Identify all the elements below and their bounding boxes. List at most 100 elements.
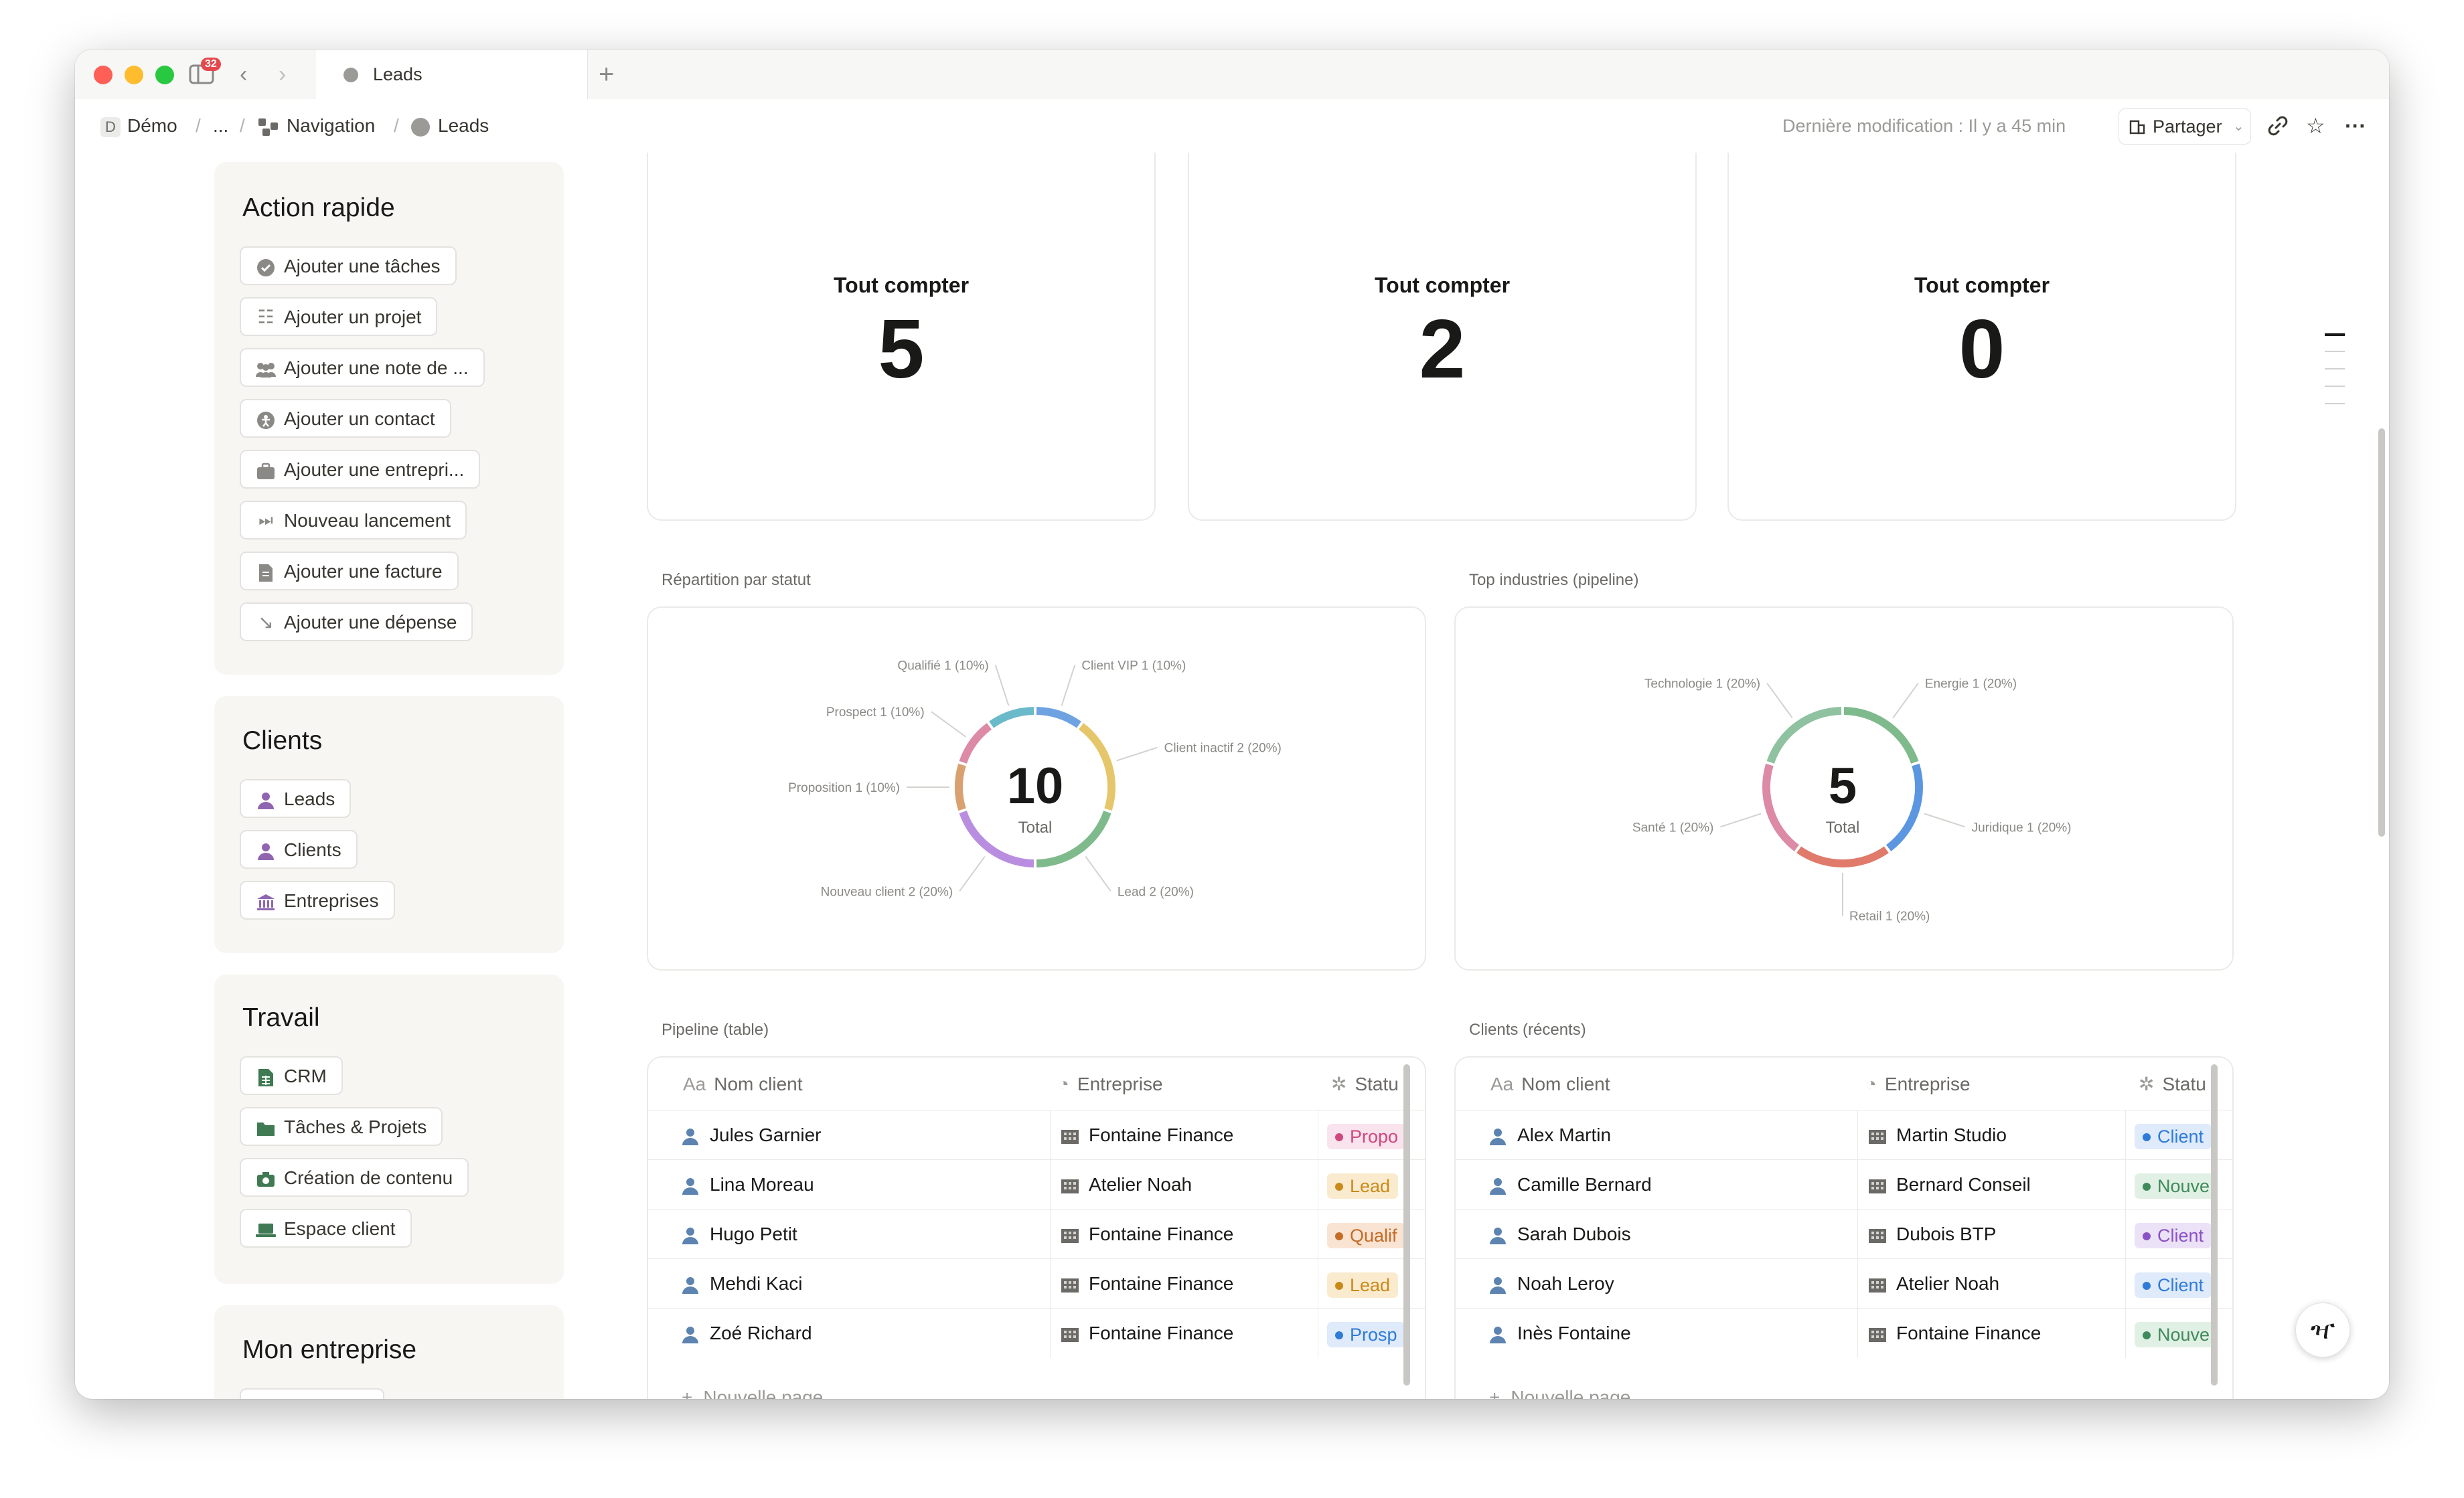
star-icon[interactable]: ☆ bbox=[2306, 112, 2325, 139]
table-row[interactable]: Sarah Dubois Dubois BTP Client bbox=[1456, 1209, 2232, 1259]
client-name-cell[interactable]: Jules Garnier bbox=[682, 1110, 1043, 1160]
table-row[interactable]: Jules Garnier Fontaine Finance Propo bbox=[648, 1110, 1425, 1160]
add-note-button[interactable]: Ajouter une note de ... bbox=[240, 348, 485, 387]
status-cell[interactable]: Lead bbox=[1327, 1259, 1406, 1309]
table-row[interactable]: Hugo Petit Fontaine Finance Qualif bbox=[648, 1209, 1425, 1259]
breadcrumb-ellipsis[interactable]: ... bbox=[213, 112, 228, 139]
table-scrollbar[interactable] bbox=[1403, 1064, 1410, 1386]
link-icon[interactable] bbox=[2266, 112, 2290, 144]
status-cell[interactable]: Prosp bbox=[1327, 1309, 1406, 1358]
column-header-name[interactable]: Aa Nom client bbox=[683, 1067, 1058, 1102]
company-cell[interactable]: Atelier Noah bbox=[1061, 1160, 1315, 1210]
add-expense-button[interactable]: ↘ Ajouter une dépense bbox=[240, 602, 473, 641]
donut-slice-6[interactable] bbox=[989, 707, 1034, 728]
page-scrollbar[interactable] bbox=[2378, 428, 2385, 837]
status-cell[interactable]: Qualif bbox=[1327, 1210, 1406, 1259]
company-cell[interactable]: Martin Studio bbox=[1868, 1110, 2123, 1160]
client-name-cell[interactable]: Noah Leroy bbox=[1489, 1259, 1851, 1309]
company-nav-button[interactable] bbox=[240, 1388, 384, 1399]
breadcrumb-navigation[interactable]: Navigation bbox=[257, 112, 375, 139]
new-launch-button[interactable]: ⏭ Nouveau lancement bbox=[240, 501, 467, 539]
add-company-button[interactable]: Ajouter une entrepri... bbox=[240, 450, 481, 489]
column-header-status[interactable]: ✲ Statu bbox=[1331, 1067, 1411, 1102]
outline-marker[interactable] bbox=[2325, 403, 2345, 404]
status-cell[interactable]: Client bbox=[2135, 1259, 2214, 1309]
add-contact-button[interactable]: Ajouter un contact bbox=[240, 399, 451, 438]
client-name-cell[interactable]: Camille Bernard bbox=[1489, 1160, 1851, 1210]
company-cell[interactable]: Fontaine Finance bbox=[1061, 1259, 1315, 1309]
maximize-window-button[interactable] bbox=[155, 66, 174, 84]
status-cell[interactable]: Lead bbox=[1327, 1160, 1406, 1210]
client-name-cell[interactable]: Mehdi Kaci bbox=[682, 1259, 1043, 1309]
company-cell[interactable]: Fontaine Finance bbox=[1061, 1309, 1315, 1358]
back-arrow-icon[interactable]: ‹ bbox=[240, 60, 247, 88]
nav-clients-button[interactable]: Clients bbox=[240, 830, 358, 869]
new-page-button[interactable]: + Nouvelle page bbox=[1489, 1378, 1630, 1399]
new-page-button[interactable]: + Nouvelle page bbox=[682, 1378, 823, 1399]
assistant-button[interactable]: ዣ bbox=[2295, 1303, 2350, 1357]
close-window-button[interactable] bbox=[94, 66, 112, 84]
status-cell[interactable]: Nouve bbox=[2135, 1160, 2214, 1210]
person-icon bbox=[682, 1276, 698, 1294]
outline-marker[interactable] bbox=[2325, 386, 2345, 387]
table-row[interactable]: Lina Moreau Atelier Noah Lead bbox=[648, 1159, 1425, 1210]
table-row[interactable]: Inès Fontaine Fontaine Finance Nouve bbox=[1456, 1308, 2232, 1358]
nav-crm-button[interactable]: CRM bbox=[240, 1056, 343, 1095]
client-name-cell[interactable]: Hugo Petit bbox=[682, 1210, 1043, 1259]
client-name-cell[interactable]: Alex Martin bbox=[1489, 1110, 1851, 1160]
table-row[interactable]: Zoé Richard Fontaine Finance Prosp bbox=[648, 1308, 1425, 1358]
column-header-company[interactable]: ◔ Entreprise bbox=[1865, 1067, 2127, 1102]
more-options-icon[interactable]: ··· bbox=[2345, 112, 2366, 139]
company-cell[interactable]: Atelier Noah bbox=[1868, 1259, 2123, 1309]
client-name-cell[interactable]: Lina Moreau bbox=[682, 1160, 1043, 1210]
donut-slice-5[interactable] bbox=[959, 723, 992, 764]
outline-marker[interactable] bbox=[2325, 351, 2345, 352]
nav-client-space-button[interactable]: Espace client bbox=[240, 1209, 412, 1248]
assistant-face-icon: ዣ bbox=[2310, 1315, 2335, 1345]
column-header-name[interactable]: Aa Nom client bbox=[1490, 1067, 1865, 1102]
donut-slice-2[interactable] bbox=[1796, 846, 1889, 867]
donut-slice-1[interactable] bbox=[1885, 763, 1923, 851]
donut-slice-4[interactable] bbox=[955, 763, 966, 811]
table-row[interactable]: Mehdi Kaci Fontaine Finance Lead bbox=[648, 1258, 1425, 1309]
client-name-cell[interactable]: Inès Fontaine bbox=[1489, 1309, 1851, 1358]
company-cell[interactable]: Bernard Conseil bbox=[1868, 1160, 2123, 1210]
nav-content-creation-button[interactable]: Création de contenu bbox=[240, 1158, 469, 1197]
donut-slice-0[interactable] bbox=[1036, 707, 1081, 728]
table-row[interactable]: Noah Leroy Atelier Noah Client bbox=[1456, 1258, 2232, 1309]
status-cell[interactable]: Nouve bbox=[2135, 1309, 2214, 1358]
forward-arrow-icon[interactable]: › bbox=[279, 60, 286, 88]
column-header-company[interactable]: ◔ Entreprise bbox=[1058, 1067, 1319, 1102]
donut-slice-4[interactable] bbox=[1766, 707, 1842, 764]
add-invoice-button[interactable]: Ajouter une facture bbox=[240, 552, 459, 590]
tab-leads[interactable]: Leads bbox=[315, 50, 588, 99]
company-cell[interactable]: Fontaine Finance bbox=[1868, 1309, 2123, 1358]
share-button[interactable]: Partager ⌄ bbox=[2119, 108, 2251, 145]
client-name-cell[interactable]: Sarah Dubois bbox=[1489, 1210, 1851, 1259]
table-row[interactable]: Camille Bernard Bernard Conseil Nouve bbox=[1456, 1159, 2232, 1210]
breadcrumb-current[interactable]: Leads bbox=[411, 112, 489, 139]
donut-slice-1[interactable] bbox=[1078, 723, 1115, 811]
donut-slice-3[interactable] bbox=[1762, 763, 1800, 851]
outline-marker[interactable] bbox=[2325, 368, 2345, 369]
client-name-cell[interactable]: Zoé Richard bbox=[682, 1309, 1043, 1358]
add-task-button[interactable]: Ajouter une tâches bbox=[240, 246, 457, 285]
new-tab-plus-icon[interactable]: + bbox=[599, 60, 614, 88]
status-cell[interactable]: Propo bbox=[1327, 1110, 1406, 1160]
nav-tasks-projects-button[interactable]: Tâches & Projets bbox=[240, 1107, 443, 1146]
company-cell[interactable]: Dubois BTP bbox=[1868, 1210, 2123, 1259]
status-cell[interactable]: Client bbox=[2135, 1110, 2214, 1160]
breadcrumb-workspace[interactable]: D Démo bbox=[100, 112, 177, 139]
company-cell[interactable]: Fontaine Finance bbox=[1061, 1210, 1315, 1259]
column-header-status[interactable]: ✲ Statu bbox=[2139, 1067, 2219, 1102]
outline-marker-active[interactable] bbox=[2325, 333, 2345, 336]
nav-companies-button[interactable]: Entreprises bbox=[240, 881, 395, 920]
minimize-window-button[interactable] bbox=[125, 66, 143, 84]
status-cell[interactable]: Client bbox=[2135, 1210, 2214, 1259]
nav-leads-button[interactable]: Leads bbox=[240, 779, 352, 818]
table-scrollbar[interactable] bbox=[2211, 1064, 2218, 1386]
add-project-button[interactable]: ☷ Ajouter un projet bbox=[240, 297, 438, 336]
table-row[interactable]: Alex Martin Martin Studio Client bbox=[1456, 1110, 2232, 1160]
donut-slice-0[interactable] bbox=[1843, 707, 1919, 764]
company-cell[interactable]: Fontaine Finance bbox=[1061, 1110, 1315, 1160]
